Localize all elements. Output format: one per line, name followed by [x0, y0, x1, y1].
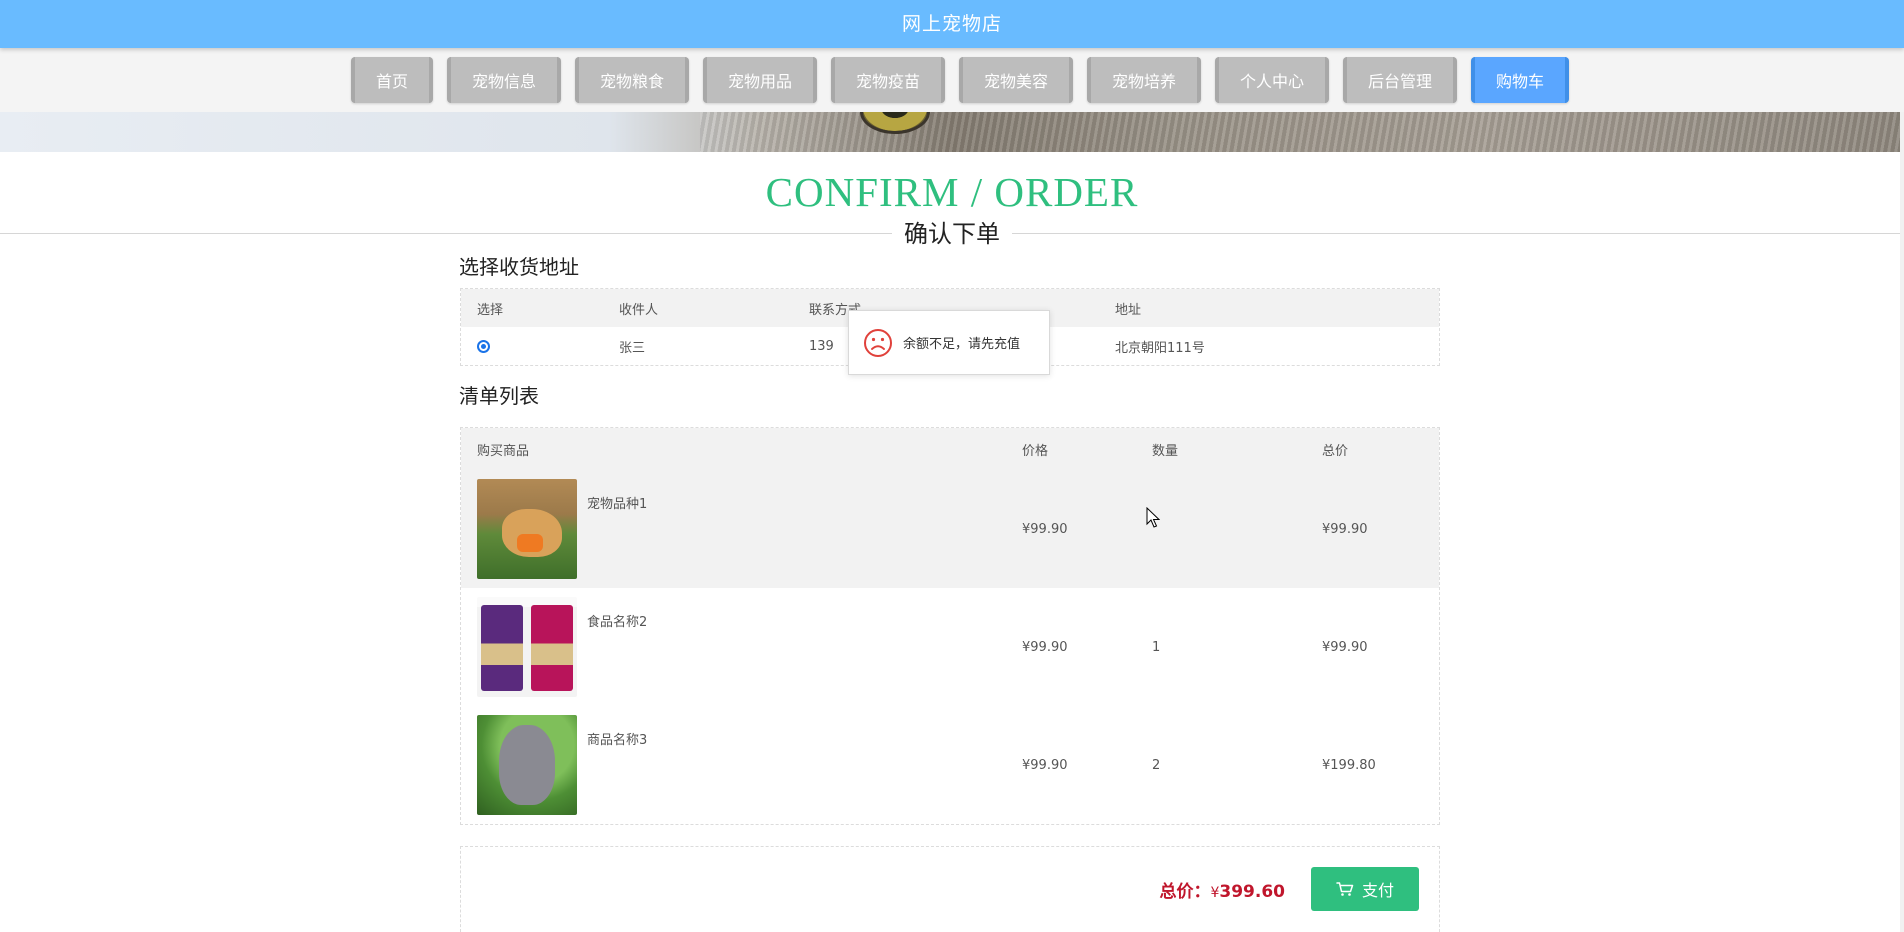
product-cell: 宠物品种1 [461, 470, 1022, 588]
product-qty [1152, 470, 1322, 588]
nav-pet-training[interactable]: 宠物培养 [1087, 57, 1201, 103]
pay-button-label: 支付 [1361, 883, 1394, 900]
banner-image [0, 112, 1904, 152]
toy-image [517, 534, 543, 552]
page-scrollbar[interactable] [1900, 0, 1904, 932]
checkout-bar: 总价：¥399.60 支付 [460, 846, 1440, 932]
cart-row: 食品名称2 ¥99.90 1 ¥99.90 [461, 588, 1439, 706]
nav-pet-supplies[interactable]: 宠物用品 [703, 57, 817, 103]
address-radio-cell[interactable] [461, 327, 619, 365]
product-qty: 1 [1152, 639, 1161, 655]
address-radio[interactable] [477, 339, 490, 353]
food-bag-image [481, 605, 523, 691]
order-total: 总价：¥399.60 [1159, 877, 1285, 902]
toast-message: 余额不足，请先充值 [903, 337, 1021, 352]
product-name[interactable]: 商品名称3 [587, 729, 647, 748]
nav-pet-food[interactable]: 宠物粮食 [575, 57, 689, 103]
nav-pet-grooming[interactable]: 宠物美容 [959, 57, 1073, 103]
col-quantity: 数量 [1152, 443, 1179, 459]
product-price: ¥99.90 [1022, 757, 1068, 773]
site-header: 网上宠物店 [0, 0, 1904, 48]
product-info: 宠物品种1 [477, 479, 1022, 579]
product-total: ¥199.80 [1322, 757, 1376, 773]
total-label: 总价： [1159, 882, 1211, 902]
product-name[interactable]: 宠物品种1 [587, 493, 647, 512]
product-thumbnail[interactable] [477, 597, 577, 697]
product-info: 食品名称2 [477, 597, 1022, 697]
nav-list: 首页 宠物信息 宠物粮食 宠物用品 宠物疫苗 宠物美容 宠物培养 个人中心 后台… [351, 57, 1569, 103]
nav-pet-vaccine[interactable]: 宠物疫苗 [831, 57, 945, 103]
product-total: ¥99.90 [1322, 639, 1368, 655]
product-price: ¥99.90 [1022, 639, 1068, 655]
col-price: 价格 [1022, 443, 1049, 459]
product-name[interactable]: 食品名称2 [587, 611, 647, 630]
col-product: 购买商品 [477, 443, 530, 459]
col-recipient: 收件人 [619, 302, 659, 318]
food-bag-image [531, 605, 573, 691]
cart-section-title: 清单列表 [459, 384, 539, 408]
page-title-cn-wrap: 确认下单 [0, 218, 1904, 250]
main-nav: 首页 宠物信息 宠物粮食 宠物用品 宠物疫苗 宠物美容 宠物培养 个人中心 后台… [0, 48, 1904, 112]
product-info: 商品名称3 [477, 715, 1022, 815]
nav-home[interactable]: 首页 [351, 57, 433, 103]
cart-row: 宠物品种1 ¥99.90 ¥99.90 [461, 470, 1439, 588]
col-total: 总价 [1322, 443, 1349, 459]
nav-cart[interactable]: 购物车 [1471, 57, 1569, 103]
sad-face-icon [864, 328, 892, 357]
product-cell: 商品名称3 [461, 706, 1022, 824]
page-title-en: CONFIRM / ORDER [765, 169, 1139, 215]
recipient-name: 张三 [619, 340, 646, 356]
error-toast: 余额不足，请先充值 [848, 310, 1050, 375]
poodle-image [499, 725, 555, 805]
address-section-title: 选择收货地址 [459, 255, 579, 279]
product-thumbnail[interactable] [477, 715, 577, 815]
product-qty: 2 [1152, 757, 1161, 773]
cart-icon [1336, 882, 1354, 896]
nav-user-center[interactable]: 个人中心 [1215, 57, 1329, 103]
product-price: ¥99.90 [1022, 521, 1068, 537]
product-thumbnail[interactable] [477, 479, 577, 579]
cart-table: 购买商品 价格 数量 总价 宠物品种1 ¥99.90 ¥99.90 食品名称2 … [461, 428, 1439, 824]
col-select: 选择 [477, 302, 504, 318]
cart-panel: 购买商品 价格 数量 总价 宠物品种1 ¥99.90 ¥99.90 食品名称2 … [460, 427, 1440, 825]
mouse-cursor-icon [1146, 507, 1160, 528]
site-title: 网上宠物店 [901, 13, 1002, 35]
nav-pet-info[interactable]: 宠物信息 [447, 57, 561, 103]
cart-header-row: 购买商品 价格 数量 总价 [461, 428, 1439, 470]
page-title-cn: 确认下单 [892, 218, 1012, 250]
recipient-address: 北京朝阳111号 [1115, 340, 1205, 356]
pay-button[interactable]: 支付 [1311, 867, 1419, 911]
col-address: 地址 [1115, 302, 1142, 318]
total-value: 399.60 [1219, 882, 1285, 902]
product-cell: 食品名称2 [461, 588, 1022, 706]
product-total: ¥99.90 [1322, 521, 1368, 537]
nav-admin[interactable]: 后台管理 [1343, 57, 1457, 103]
cart-row: 商品名称3 ¥99.90 2 ¥199.80 [461, 706, 1439, 824]
